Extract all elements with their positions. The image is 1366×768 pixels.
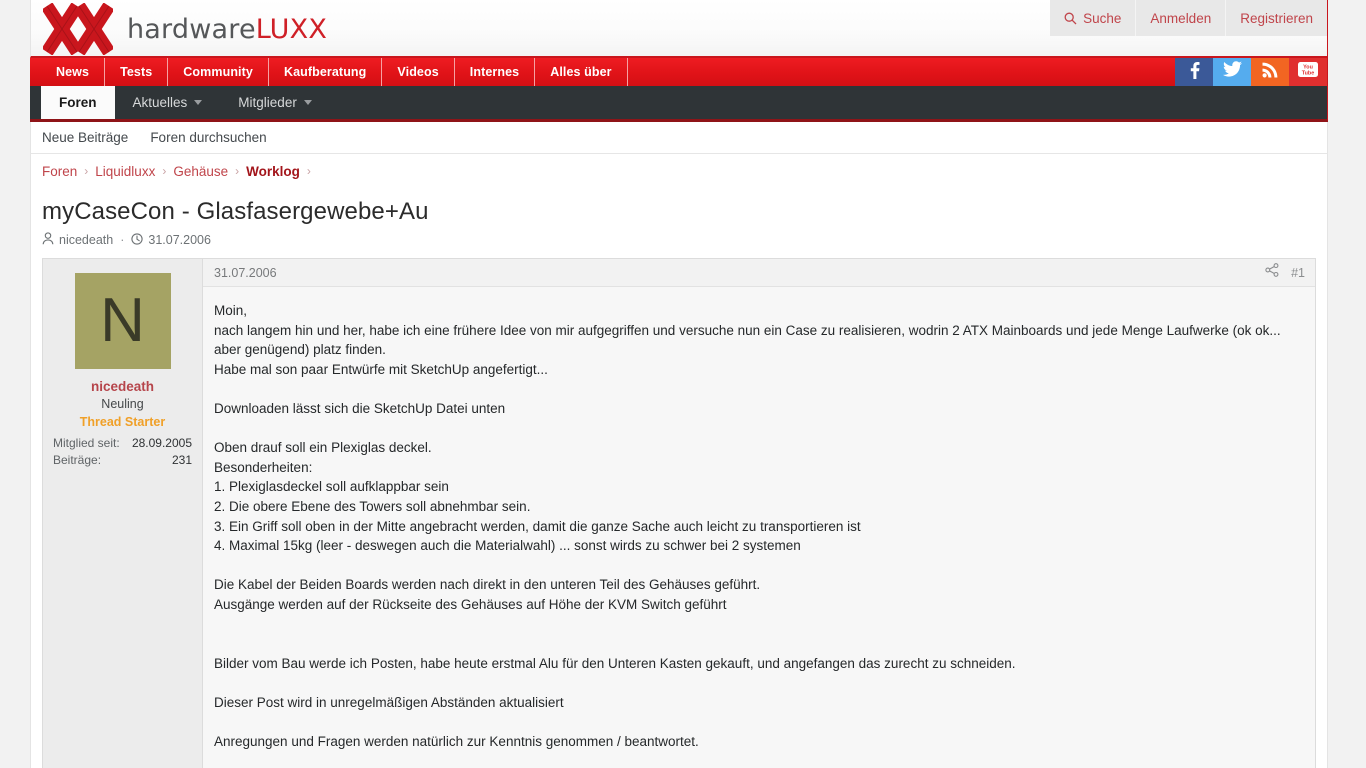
nav-item-alles-ueber[interactable]: Alles über bbox=[535, 58, 628, 86]
main-navigation: News Tests Community Kaufberatung Videos… bbox=[30, 58, 1328, 86]
stat-label: Mitglied seit: bbox=[53, 436, 120, 450]
post-main: 31.07.2006 #1 Moin, nach langem hin und … bbox=[203, 259, 1315, 768]
header-link-label: Suche bbox=[1083, 10, 1122, 26]
post-header-bar: 31.07.2006 #1 bbox=[203, 259, 1315, 287]
header-link-suche[interactable]: Suche bbox=[1050, 0, 1136, 36]
post-author-rank: Neuling bbox=[101, 397, 144, 411]
rss-icon bbox=[1262, 62, 1278, 83]
nav-item-kaufberatung[interactable]: Kaufberatung bbox=[269, 58, 383, 86]
twitter-link[interactable] bbox=[1213, 58, 1251, 86]
page-title: myCaseCon - Glasfasergewebe+Au bbox=[42, 198, 429, 225]
youtube-link[interactable]: You Tube bbox=[1289, 58, 1327, 86]
post-author-name[interactable]: nicedeath bbox=[52, 379, 193, 394]
breadcrumb-separator-icon: › bbox=[235, 164, 240, 178]
post-number[interactable]: #1 bbox=[1291, 266, 1305, 280]
hardwareluxx-xx-logo-icon bbox=[43, 3, 113, 55]
stat-value: 231 bbox=[171, 453, 192, 467]
link-foren-durchsuchen[interactable]: Foren durchsuchen bbox=[150, 130, 266, 145]
post-content: Moin, nach langem hin und her, habe ich … bbox=[214, 303, 1281, 750]
header-account-links: Suche Anmelden Registrieren bbox=[1050, 0, 1327, 36]
nav-item-internes[interactable]: Internes bbox=[455, 58, 536, 86]
logo-text-luxx: LUXX bbox=[255, 13, 328, 45]
facebook-icon bbox=[1185, 61, 1203, 84]
status-badge: Thread Starter bbox=[79, 415, 166, 429]
meta-separator: · bbox=[120, 233, 125, 247]
youtube-icon: You Tube bbox=[1297, 61, 1319, 83]
post-list: N nicedeath Neuling Thread Starter Mitgl… bbox=[30, 258, 1328, 768]
nav-item-mitglieder[interactable]: Mitglieder bbox=[220, 86, 330, 119]
header-link-anmelden[interactable]: Anmelden bbox=[1135, 0, 1226, 36]
post-author-stat-joined: Mitglied seit: 28.09.2005 bbox=[52, 435, 193, 452]
nav-item-community[interactable]: Community bbox=[168, 58, 269, 86]
chevron-down-icon bbox=[194, 100, 203, 105]
facebook-link[interactable] bbox=[1175, 58, 1213, 86]
social-links: You Tube bbox=[1175, 58, 1327, 86]
nav-item-label: Foren bbox=[59, 95, 97, 110]
svg-text:Tube: Tube bbox=[1302, 71, 1314, 77]
thread-meta: nicedeath · 31.07.2006 bbox=[42, 232, 1316, 258]
nav-item-news[interactable]: News bbox=[41, 58, 106, 86]
breadcrumb-item-liquidluxx[interactable]: Liquidluxx bbox=[95, 164, 155, 179]
site-container: hardwareLUXX Suche Anmelden Registrieren… bbox=[30, 0, 1328, 768]
rss-link[interactable] bbox=[1251, 58, 1289, 86]
thread-date[interactable]: 31.07.2006 bbox=[148, 233, 211, 247]
site-logo[interactable]: hardwareLUXX bbox=[43, 0, 327, 58]
avatar[interactable]: N bbox=[74, 273, 171, 369]
stat-label: Beiträge: bbox=[53, 453, 102, 467]
site-logo-text: hardwareLUXX bbox=[127, 14, 327, 45]
header-link-registrieren[interactable]: Registrieren bbox=[1225, 0, 1327, 36]
user-icon bbox=[42, 232, 54, 248]
post-author-sidebar: N nicedeath Neuling Thread Starter Mitgl… bbox=[43, 259, 203, 768]
stat-value: 28.09.2005 bbox=[131, 436, 192, 450]
breadcrumb-item-foren[interactable]: Foren bbox=[42, 164, 77, 179]
breadcrumb-separator-icon: › bbox=[162, 164, 167, 178]
clock-icon bbox=[131, 232, 144, 248]
link-neue-beitraege[interactable]: Neue Beiträge bbox=[42, 130, 128, 145]
breadcrumb: Foren › Liquidluxx › Gehäuse › Worklog › bbox=[30, 154, 1328, 188]
chevron-down-icon bbox=[303, 100, 312, 105]
forum-quick-links: Neue Beiträge Foren durchsuchen bbox=[30, 122, 1328, 154]
site-header: hardwareLUXX Suche Anmelden Registrieren bbox=[30, 0, 1328, 58]
nav-item-tests[interactable]: Tests bbox=[105, 58, 169, 86]
post-author-stat-posts: Beiträge: 231 bbox=[52, 452, 193, 469]
logo-text-hardware: hardware bbox=[127, 13, 256, 45]
nav-item-label: Aktuelles bbox=[132, 95, 188, 110]
header-link-label: Registrieren bbox=[1240, 10, 1313, 26]
thread-header: myCaseCon - Glasfasergewebe+Au nicedeath… bbox=[30, 188, 1328, 258]
thread-author[interactable]: nicedeath bbox=[59, 233, 113, 247]
nav-item-aktuelles[interactable]: Aktuelles bbox=[115, 86, 221, 119]
twitter-icon bbox=[1222, 61, 1242, 83]
breadcrumb-separator-icon: › bbox=[84, 164, 89, 178]
header-link-label: Anmelden bbox=[1150, 10, 1212, 26]
breadcrumb-item-worklog[interactable]: Worklog bbox=[246, 164, 300, 179]
nav-item-videos[interactable]: Videos bbox=[382, 58, 455, 86]
nav-item-foren[interactable]: Foren bbox=[41, 86, 115, 119]
search-icon bbox=[1064, 12, 1077, 25]
post-date[interactable]: 31.07.2006 bbox=[214, 266, 277, 280]
page-background: hardwareLUXX Suche Anmelden Registrieren… bbox=[0, 0, 1366, 768]
nav-item-label: Mitglieder bbox=[238, 95, 297, 110]
breadcrumb-separator-icon: › bbox=[306, 164, 311, 178]
post-item: N nicedeath Neuling Thread Starter Mitgl… bbox=[42, 258, 1316, 768]
breadcrumb-item-gehaeuse[interactable]: Gehäuse bbox=[173, 164, 228, 179]
post-header-actions: #1 bbox=[1265, 263, 1305, 282]
forum-navigation: Foren Aktuelles Mitglieder bbox=[30, 86, 1328, 122]
share-icon[interactable] bbox=[1265, 263, 1279, 282]
